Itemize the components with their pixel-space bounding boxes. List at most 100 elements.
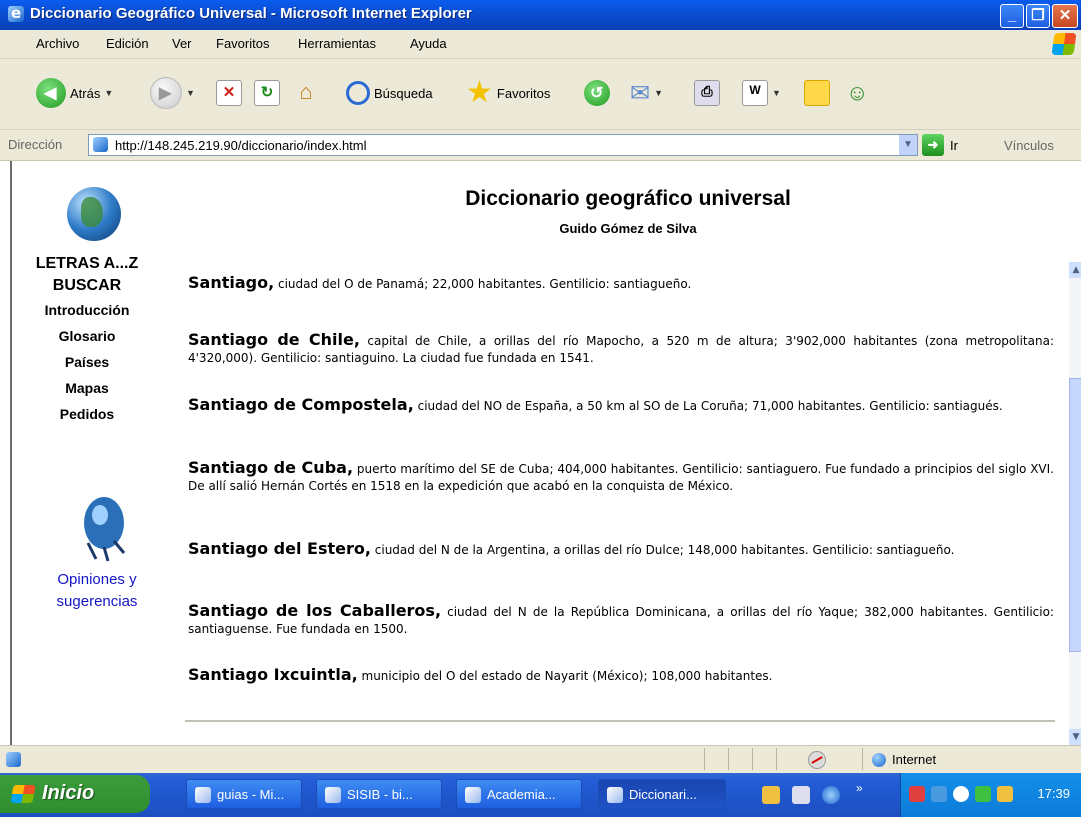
home-icon: ⌂ <box>299 79 313 104</box>
tray-icon[interactable] <box>953 786 969 802</box>
refresh-icon: ↻ <box>254 80 280 106</box>
clock[interactable]: 17:39 <box>1037 786 1070 801</box>
quicklaunch-icon[interactable] <box>792 786 810 804</box>
window-title-bar[interactable]: Diccionario Geográfico Universal - Micro… <box>0 0 1081 30</box>
search-label: Búsqueda <box>374 85 433 101</box>
edit-dropdown-icon[interactable]: ▼ <box>772 88 781 98</box>
print-button[interactable]: ⎙ <box>694 77 720 109</box>
go-arrow-icon[interactable]: ➜ <box>922 134 944 156</box>
nav-mapas[interactable]: Mapas <box>12 375 162 401</box>
taskbar: Inicio guias - Mi... SISIB - bi... Acade… <box>0 773 1081 817</box>
task-word[interactable]: guias - Mi... <box>186 779 302 809</box>
page-status-icon <box>6 752 21 767</box>
menu-ayuda[interactable]: Ayuda <box>410 36 447 51</box>
word-doc-icon <box>195 787 211 803</box>
star-icon: ★ <box>466 76 493 109</box>
content-scrollbar[interactable]: ▲ ▼ <box>1069 262 1081 745</box>
entry-text: ciudad del O de Panamá; 22,000 habitante… <box>278 277 692 291</box>
mail-button[interactable]: ✉ ▼ <box>630 77 663 109</box>
task-sisib[interactable]: SISIB - bi... <box>316 779 442 809</box>
favorites-button[interactable]: ★ Favoritos <box>466 77 550 109</box>
page-content: Diccionario geográfico universal Guido G… <box>10 161 1071 745</box>
back-dropdown-icon[interactable]: ▼ <box>104 88 113 98</box>
entry: Santiago Ixcuintla, municipio del O del … <box>188 666 1054 685</box>
nav-pedidos[interactable]: Pedidos <box>12 401 162 427</box>
owl-icon[interactable] <box>74 493 134 563</box>
messenger-button[interactable]: ☺ <box>846 77 868 109</box>
task-academia[interactable]: Academia... <box>456 779 582 809</box>
popup-blocked-icon[interactable] <box>808 751 826 769</box>
mail-icon: ✉ <box>630 79 651 107</box>
links-toolbar[interactable]: Vínculos <box>1004 138 1054 153</box>
address-input[interactable]: http://148.245.219.90/diccionario/index.… <box>88 134 918 156</box>
start-button[interactable]: Inicio <box>0 775 150 813</box>
home-button[interactable]: ⌂ <box>294 77 318 109</box>
nav-introduccion[interactable]: Introducción <box>12 297 162 323</box>
tray-icon[interactable] <box>997 786 1013 802</box>
opinions-link[interactable]: Opiniones y sugerencias <box>22 569 172 613</box>
entry: Santiago de Cuba, puerto marítimo del SE… <box>188 459 1054 495</box>
menu-bar: Archivo Edición Ver Favoritos Herramient… <box>0 30 1081 59</box>
forward-button[interactable]: ▶ ▼ <box>150 77 195 109</box>
entry-term: Santiago de Compostela, <box>188 395 414 414</box>
expand-quicklaunch-icon[interactable]: » <box>856 781 863 795</box>
internet-zone-icon <box>872 752 886 767</box>
search-button[interactable]: Búsqueda <box>346 77 433 109</box>
status-divider <box>862 748 863 770</box>
refresh-button[interactable]: ↻ <box>254 77 280 109</box>
back-button[interactable]: ◀ Atrás ▼ <box>36 77 113 109</box>
word-icon: W <box>742 80 768 106</box>
maximize-button[interactable]: ❐ <box>1026 4 1050 28</box>
go-button[interactable]: Ir <box>950 138 958 153</box>
maximize-icon: ❐ <box>1031 7 1045 24</box>
printer-icon: ⎙ <box>694 80 720 106</box>
menu-edicion[interactable]: Edición <box>106 36 149 51</box>
scroll-down-icon[interactable]: ▼ <box>1069 729 1081 745</box>
opinions-line-1[interactable]: Opiniones y <box>22 569 172 591</box>
entry: Santiago de Compostela, ciudad del NO de… <box>188 396 1054 415</box>
tray-icon[interactable] <box>931 786 947 802</box>
opinions-line-2[interactable]: sugerencias <box>22 591 172 613</box>
system-tray: 17:39 <box>900 773 1081 817</box>
menu-favoritos[interactable]: Favoritos <box>216 36 269 51</box>
terminal-icon <box>325 787 341 803</box>
minimize-button[interactable]: _ <box>1000 4 1024 28</box>
address-dropdown-icon[interactable]: ▼ <box>899 135 917 155</box>
stop-button[interactable]: ✕ <box>216 77 242 109</box>
nav-buscar[interactable]: BUSCAR <box>12 275 162 297</box>
tray-icon[interactable] <box>975 786 991 802</box>
forward-arrow-icon: ▶ <box>150 77 182 109</box>
security-zone[interactable]: Internet <box>872 752 936 767</box>
status-divider <box>776 748 777 770</box>
tray-icon[interactable] <box>909 786 925 802</box>
history-button[interactable]: ↺ <box>584 77 610 109</box>
discuss-button[interactable] <box>804 77 830 109</box>
ie-icon <box>465 787 481 803</box>
entry-term: Santiago Ixcuintla, <box>188 665 358 684</box>
task-diccionario[interactable]: Diccionari... <box>598 779 726 809</box>
windows-logo-icon <box>1051 33 1077 55</box>
entry-term: Santiago, <box>188 273 275 292</box>
entry-term: Santiago de Chile, <box>188 330 360 349</box>
close-button[interactable]: ✕ <box>1052 4 1078 28</box>
quicklaunch-icon[interactable] <box>762 786 780 804</box>
menu-archivo[interactable]: Archivo <box>36 36 79 51</box>
edit-button[interactable]: W ▼ <box>742 77 781 109</box>
back-label: Atrás <box>70 85 101 101</box>
scroll-up-icon[interactable]: ▲ <box>1069 262 1081 278</box>
entry-text: municipio del O del estado de Nayarit (M… <box>361 669 773 683</box>
note-icon <box>804 80 830 106</box>
quicklaunch-ie-icon[interactable] <box>822 786 840 804</box>
menu-herramientas[interactable]: Herramientas <box>298 36 376 51</box>
nav-glosario[interactable]: Glosario <box>12 323 162 349</box>
menu-ver[interactable]: Ver <box>172 36 192 51</box>
scroll-thumb[interactable] <box>1069 378 1081 652</box>
forward-dropdown-icon[interactable]: ▼ <box>186 88 195 98</box>
nav-letras[interactable]: LETRAS A...Z <box>12 253 162 275</box>
address-url[interactable]: http://148.245.219.90/diccionario/index.… <box>115 138 367 153</box>
entry-text: ciudad del N de la Argentina, a orillas … <box>374 543 955 557</box>
entry-term: Santiago de los Caballeros, <box>188 601 442 620</box>
nav-paises[interactable]: Países <box>12 349 162 375</box>
mail-dropdown-icon[interactable]: ▼ <box>654 88 663 98</box>
task-label: guias - Mi... <box>217 787 285 802</box>
